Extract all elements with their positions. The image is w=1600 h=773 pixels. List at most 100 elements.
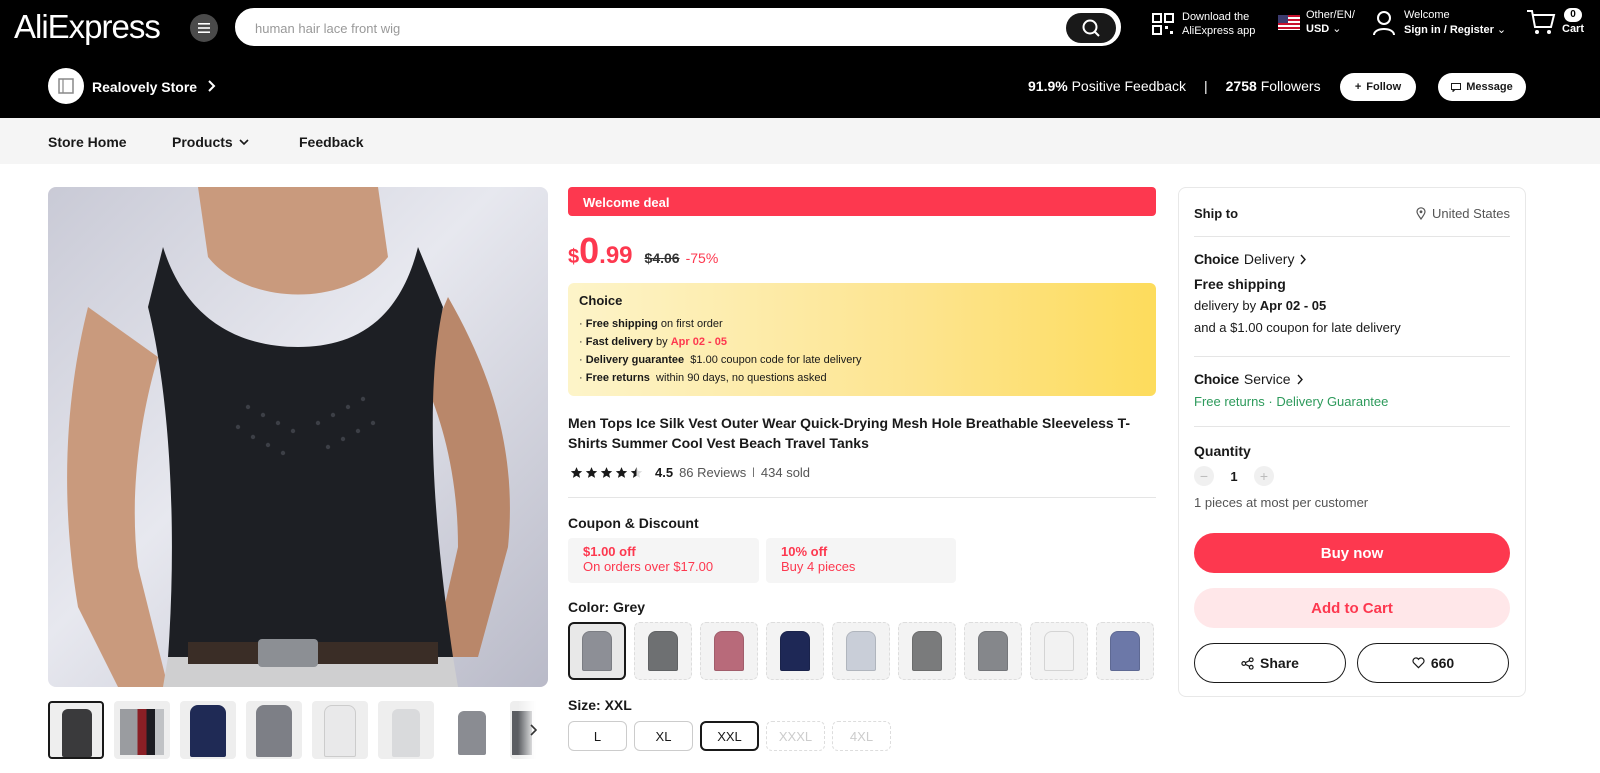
- currency-value: USD: [1306, 23, 1330, 35]
- sign-in-register-link[interactable]: Sign in / Register: [1404, 24, 1494, 36]
- thumbnail-strip: [48, 701, 548, 759]
- benefit-delivery-guarantee: · Delivery guarantee $1.00 coupon code f…: [579, 351, 1145, 369]
- color-swatch[interactable]: [1030, 622, 1088, 680]
- top-bar: AliExpress Download the AliExpress app O…: [0, 0, 1600, 56]
- color-swatch[interactable]: [634, 622, 692, 680]
- rating-row: 4.5 86 Reviews | 434 sold: [570, 465, 810, 480]
- thumbnail[interactable]: [312, 701, 368, 759]
- chevron-down-icon: ⌄: [1332, 23, 1342, 35]
- decrease-quantity-button[interactable]: −: [1194, 466, 1214, 486]
- main-product-image[interactable]: [48, 187, 548, 687]
- original-price: $4.06: [644, 250, 680, 266]
- price-decimal: .99: [599, 242, 633, 269]
- search-input[interactable]: [255, 17, 1035, 39]
- coupon-title: Coupon & Discount: [568, 515, 699, 531]
- language-currency-selector[interactable]: Other/EN/ USD ⌄: [1278, 8, 1355, 36]
- thumbnail[interactable]: [378, 701, 434, 759]
- wishlist-count: 660: [1430, 655, 1455, 671]
- thumbnail[interactable]: [114, 701, 170, 759]
- thumbnail[interactable]: [246, 701, 302, 759]
- share-button[interactable]: Share: [1194, 643, 1346, 683]
- chevron-down-icon: [239, 138, 249, 145]
- thumbnail[interactable]: [48, 701, 104, 759]
- search-button[interactable]: [1066, 13, 1116, 43]
- cart-count-badge: 0: [1564, 8, 1582, 22]
- coupon-card[interactable]: 10% off Buy 4 pieces: [766, 538, 956, 583]
- half-star-icon: [630, 467, 643, 478]
- nav-products[interactable]: Products: [172, 134, 249, 150]
- ship-destination[interactable]: United States: [1416, 206, 1510, 221]
- store-name-link[interactable]: Realovely Store: [92, 79, 197, 95]
- thumbnail[interactable]: [180, 701, 236, 759]
- service-items: Free returns · Delivery Guarantee: [1194, 393, 1388, 411]
- benefit-bold: Free returns: [585, 372, 650, 384]
- message-button[interactable]: Message: [1438, 73, 1526, 101]
- add-to-cart-button[interactable]: Add to Cart: [1194, 588, 1510, 628]
- store-avatar[interactable]: [48, 68, 84, 104]
- thumbnail[interactable]: [444, 701, 500, 759]
- size-option-l[interactable]: L: [568, 721, 627, 751]
- nav-store-home[interactable]: Store Home: [48, 134, 127, 150]
- color-swatch[interactable]: [832, 622, 890, 680]
- menu-button[interactable]: [190, 14, 218, 42]
- sold-count: 434 sold: [760, 465, 811, 480]
- late-coupon-text: and a $1.00 coupon for late delivery: [1194, 320, 1401, 335]
- tank-top-preview: [846, 631, 876, 671]
- dot-separator: ·: [1264, 394, 1277, 409]
- country-name: United States: [1431, 206, 1510, 221]
- benefit-text: by: [653, 336, 671, 348]
- size-label: Size: XXL: [568, 697, 632, 713]
- coupon-card[interactable]: $1.00 off On orders over $17.00: [568, 538, 759, 583]
- tank-top-preview: [978, 631, 1008, 671]
- download-app[interactable]: Download the AliExpress app: [1152, 10, 1255, 38]
- hamburger-icon: [198, 23, 210, 33]
- choice-delivery-link[interactable]: Choice Delivery: [1194, 251, 1307, 267]
- free-returns-label: Free returns: [1194, 394, 1265, 409]
- thumbnail-next-button[interactable]: [518, 701, 548, 759]
- quantity-label: Quantity: [1194, 443, 1251, 459]
- nav-feedback[interactable]: Feedback: [299, 134, 364, 150]
- delivery-word: Delivery: [1243, 251, 1295, 267]
- color-swatch[interactable]: [766, 622, 824, 680]
- price-integer: 0: [579, 230, 600, 271]
- benefit-bold: Fast delivery: [585, 336, 653, 348]
- account-menu[interactable]: Welcome Sign in / Register ⌄: [1372, 8, 1506, 38]
- feedback-label: Positive Feedback: [1071, 78, 1186, 94]
- positive-feedback: 91.9% Positive Feedback: [1028, 78, 1186, 94]
- wishlist-button[interactable]: 660: [1357, 643, 1509, 683]
- store-stats: 91.9% Positive Feedback | 2758 Followers: [1028, 78, 1321, 94]
- reviews-link[interactable]: 86 Reviews: [679, 465, 746, 480]
- search-bar: [235, 8, 1121, 46]
- aliexpress-logo[interactable]: AliExpress: [14, 8, 161, 46]
- store-icon: [58, 78, 74, 94]
- location-pin-icon: [1416, 207, 1426, 220]
- size-option-xl[interactable]: XL: [634, 721, 693, 751]
- chevron-right-icon: [1300, 254, 1307, 264]
- size-option-xxxl[interactable]: XXXL: [766, 721, 825, 751]
- plus-icon: +: [1354, 81, 1362, 93]
- chevron-right-icon: [530, 724, 537, 736]
- choice-service-link[interactable]: Choice Service: [1194, 371, 1304, 387]
- coupon-value: 10% off: [781, 544, 828, 559]
- benefit-date: Apr 02 - 05: [670, 336, 727, 348]
- benefit-fast-delivery: · Fast delivery by Apr 02 - 05: [579, 333, 1145, 351]
- follow-button[interactable]: + Follow: [1340, 73, 1416, 101]
- share-icon: [1241, 656, 1254, 670]
- cart-button[interactable]: 0 Cart: [1526, 8, 1584, 36]
- color-swatch[interactable]: [568, 622, 626, 680]
- cart-icon: [1527, 10, 1556, 34]
- buy-now-button[interactable]: Buy now: [1194, 533, 1510, 573]
- follow-label: Follow: [1366, 81, 1402, 93]
- increase-quantity-button[interactable]: +: [1254, 466, 1274, 486]
- delivery-by-text: delivery by: [1194, 298, 1260, 313]
- color-swatch[interactable]: [898, 622, 956, 680]
- color-swatch[interactable]: [700, 622, 758, 680]
- benefit-bold: Free shipping: [585, 318, 658, 330]
- size-option-xxl[interactable]: XXL: [700, 721, 759, 751]
- language-text: Other/EN/ USD ⌄: [1306, 8, 1355, 36]
- size-option-4xl[interactable]: 4XL: [832, 721, 891, 751]
- color-swatch[interactable]: [964, 622, 1022, 680]
- color-swatch[interactable]: [1096, 622, 1154, 680]
- purchase-limit: 1 pieces at most per customer: [1194, 495, 1369, 510]
- quantity-value[interactable]: 1: [1228, 469, 1240, 484]
